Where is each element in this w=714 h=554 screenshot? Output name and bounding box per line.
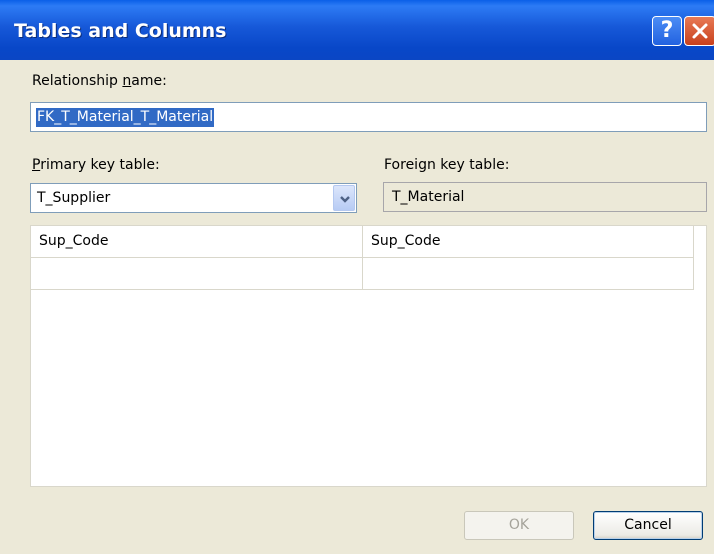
columns-grid[interactable]: Sup_Code Sup_Code: [30, 225, 707, 487]
help-button[interactable]: ?: [652, 16, 682, 46]
grid-cell-primary-column[interactable]: [31, 258, 363, 290]
grid-cell-foreign-column[interactable]: [363, 258, 694, 290]
window-title: Tables and Columns: [14, 20, 227, 42]
close-icon: [692, 23, 708, 39]
foreign-key-table-field: T_Material: [383, 182, 707, 212]
close-button[interactable]: [684, 16, 714, 46]
grid-cell-primary-column[interactable]: Sup_Code: [31, 226, 363, 258]
grid-cell-foreign-column[interactable]: Sup_Code: [363, 226, 694, 258]
primary-key-table-label: Primary key table:: [32, 157, 160, 173]
help-icon: ?: [660, 18, 674, 43]
relationship-name-value: FK_T_Material_T_Material: [36, 108, 215, 127]
relationship-name-label: Relationship name:: [32, 73, 167, 89]
relationship-name-input[interactable]: FK_T_Material_T_Material: [30, 102, 707, 132]
chevron-down-icon: [340, 196, 350, 203]
primary-key-table-dropdown[interactable]: T_Supplier: [30, 183, 357, 213]
foreign-key-table-value: T_Material: [392, 189, 465, 205]
ok-button[interactable]: OK: [464, 511, 574, 540]
dropdown-button[interactable]: [333, 185, 355, 211]
title-bar[interactable]: Tables and Columns ?: [0, 0, 714, 60]
foreign-key-table-label: Foreign key table:: [384, 157, 510, 173]
primary-key-table-value: T_Supplier: [37, 190, 111, 206]
cancel-button[interactable]: Cancel: [593, 511, 703, 540]
